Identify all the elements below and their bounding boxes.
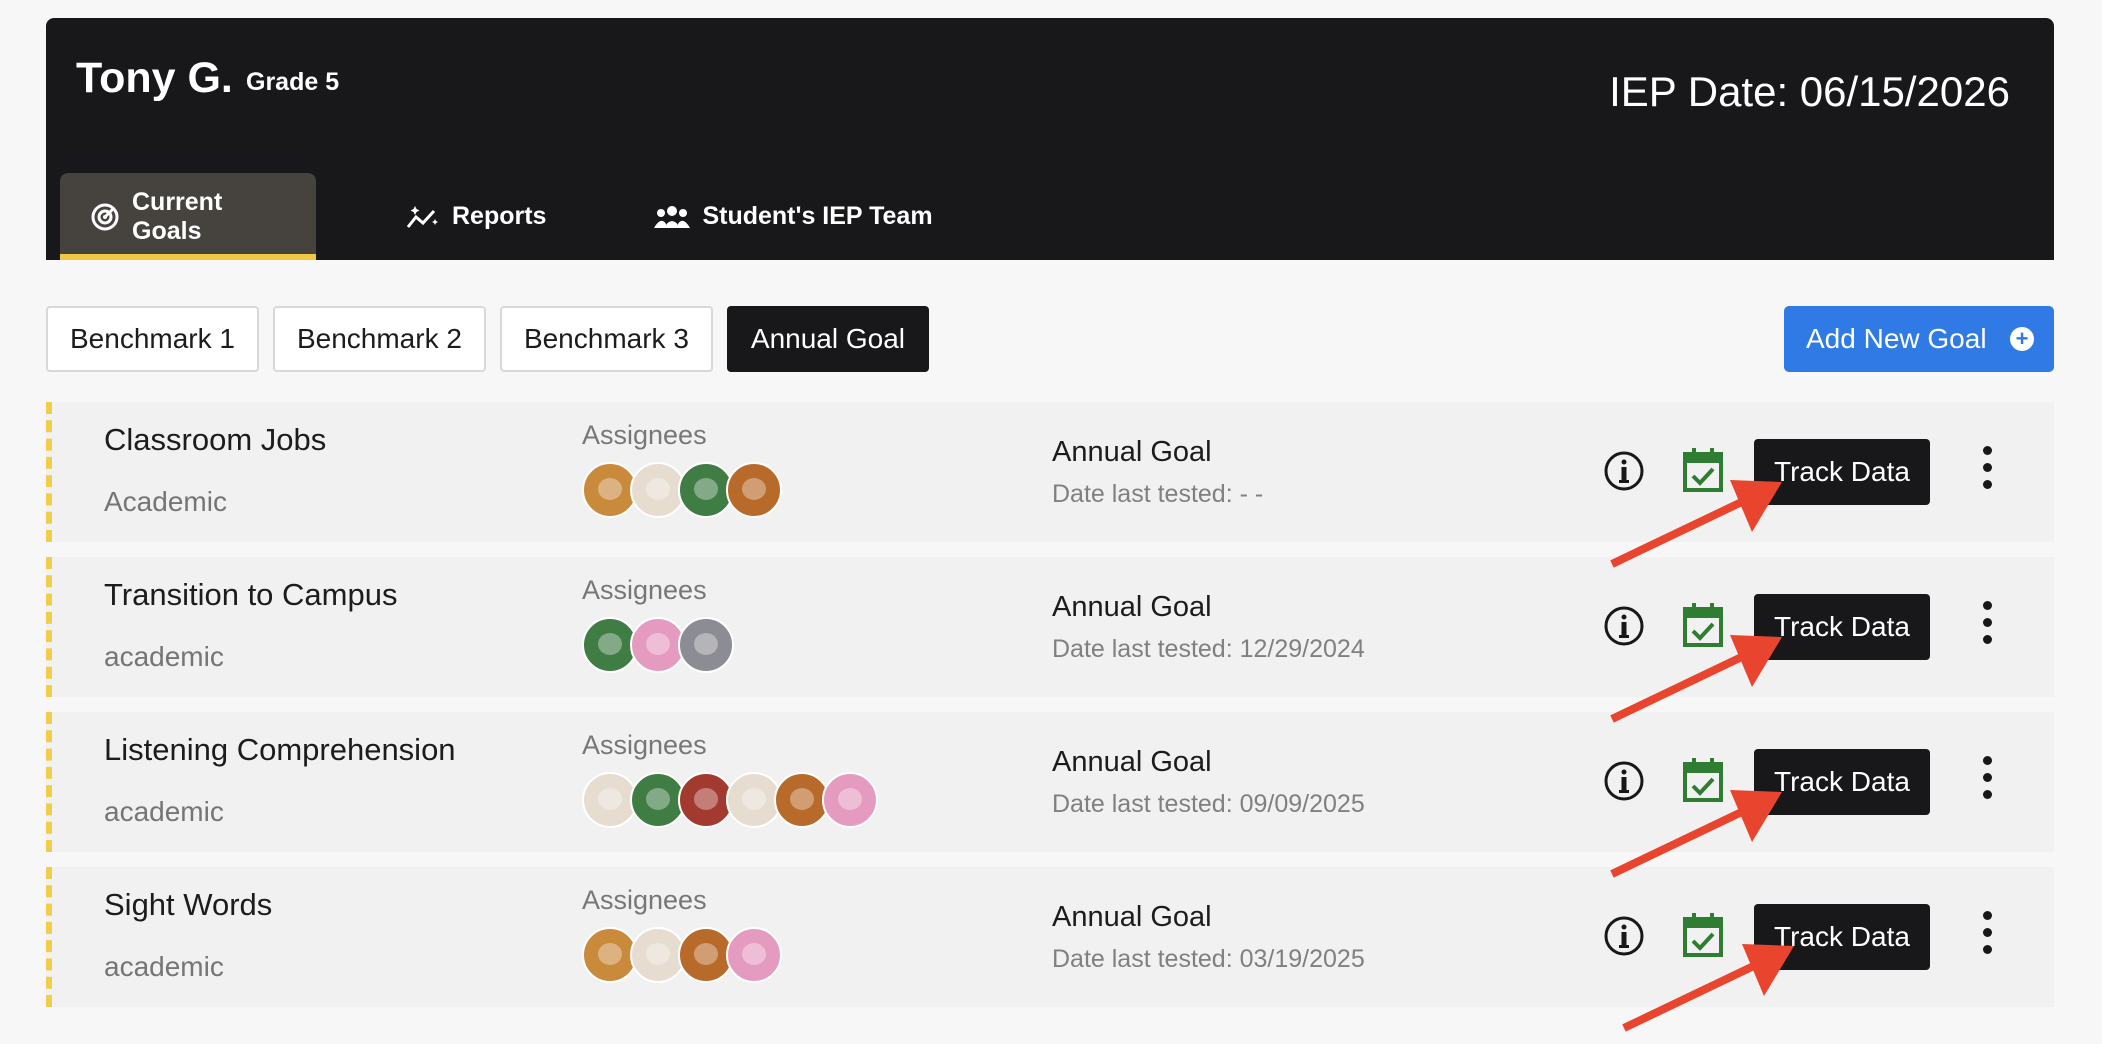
student-header: Tony G. Grade 5 IEP Date: 06/15/2026 Cur… (46, 18, 2054, 260)
assignees-label: Assignees (582, 885, 707, 915)
goal-type: Annual Goal (1052, 746, 1212, 778)
assignees-label: Assignees (582, 575, 707, 605)
goal-type: Annual Goal (1052, 901, 1212, 933)
date-last-tested: Date last tested: 12/29/2024 (1052, 635, 1365, 663)
calendar-check-icon[interactable] (1682, 756, 1724, 809)
filter-annual-goal[interactable]: Annual Goal (726, 306, 930, 372)
assignees-label: Assignees (582, 420, 707, 450)
goal-category: academic (104, 796, 224, 827)
goal-row: Classroom Jobs Academic Assignees Annual… (46, 402, 2054, 542)
info-icon[interactable] (1602, 759, 1646, 808)
filter-benchmark-2[interactable]: Benchmark 2 (272, 306, 486, 372)
tab-label: Reports (452, 202, 547, 230)
plus-circle-icon: + (2010, 327, 2034, 351)
sparkle-chart-icon (406, 203, 440, 231)
avatar-elephant (678, 617, 734, 673)
more-options-icon[interactable] (1972, 446, 2002, 498)
tab-iep-team[interactable]: Student's IEP Team (624, 173, 962, 260)
goal-filter-bar: Benchmark 1 Benchmark 2 Benchmark 3 Annu… (46, 306, 930, 372)
calendar-check-icon[interactable] (1682, 911, 1724, 964)
info-icon[interactable] (1602, 604, 1646, 653)
tab-bar: Current Goals Reports Student's IEP Team (60, 173, 963, 260)
assignees-label: Assignees (582, 730, 707, 760)
goal-title[interactable]: Sight Words (104, 887, 272, 923)
add-new-goal-button[interactable]: Add New Goal + (1784, 306, 2054, 372)
track-data-button[interactable]: Track Data (1754, 749, 1930, 815)
goal-row: Listening Comprehension academic Assigne… (46, 712, 2054, 852)
goal-category: academic (104, 641, 224, 672)
iep-date: IEP Date: 06/15/2026 (1609, 68, 2010, 115)
track-data-button[interactable]: Track Data (1754, 439, 1930, 505)
team-icon (654, 204, 691, 230)
avatar-tiger (726, 462, 782, 518)
goal-category: academic (104, 951, 224, 982)
tab-current-goals[interactable]: Current Goals (60, 173, 316, 260)
target-icon (90, 202, 120, 232)
assignee-avatars (582, 772, 878, 828)
goal-title[interactable]: Listening Comprehension (104, 732, 456, 768)
track-data-button[interactable]: Track Data (1754, 904, 1930, 970)
assignee-avatars (582, 462, 782, 518)
goal-title[interactable]: Transition to Campus (104, 577, 397, 613)
more-options-icon[interactable] (1972, 601, 2002, 653)
goal-type: Annual Goal (1052, 436, 1212, 468)
goal-row: Transition to Campus academic Assignees … (46, 557, 2054, 697)
student-grade: Grade 5 (246, 68, 340, 96)
more-options-icon[interactable] (1972, 911, 2002, 963)
avatar-flamingo (726, 927, 782, 983)
date-last-tested: Date last tested: - - (1052, 480, 1264, 508)
goal-category: Academic (104, 486, 227, 517)
date-last-tested: Date last tested: 03/19/2025 (1052, 945, 1365, 973)
info-icon[interactable] (1602, 449, 1646, 498)
filter-benchmark-3[interactable]: Benchmark 3 (499, 306, 713, 372)
assignee-avatars (582, 617, 734, 673)
tab-label: Student's IEP Team (702, 202, 933, 230)
track-data-button[interactable]: Track Data (1754, 594, 1930, 660)
goal-title[interactable]: Classroom Jobs (104, 422, 326, 458)
filter-benchmark-1[interactable]: Benchmark 1 (46, 306, 259, 372)
assignee-avatars (582, 927, 782, 983)
tab-label: Current Goals (132, 187, 223, 245)
more-options-icon[interactable] (1972, 756, 2002, 808)
goal-type: Annual Goal (1052, 591, 1212, 623)
calendar-check-icon[interactable] (1682, 446, 1724, 499)
avatar-flamingo (822, 772, 878, 828)
goal-row: Sight Words academic Assignees Annual Go… (46, 867, 2054, 1007)
tab-reports[interactable]: Reports (376, 173, 576, 260)
info-icon[interactable] (1602, 914, 1646, 963)
add-goal-label: Add New Goal (1806, 323, 1987, 354)
student-name: Tony G. (76, 54, 233, 102)
date-last-tested: Date last tested: 09/09/2025 (1052, 790, 1365, 818)
calendar-check-icon[interactable] (1682, 601, 1724, 654)
